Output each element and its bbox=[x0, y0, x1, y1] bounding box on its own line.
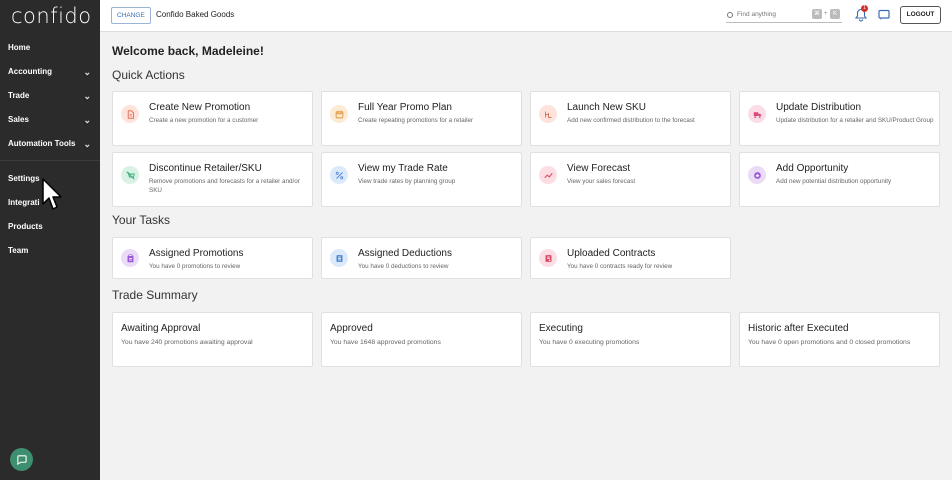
view-forecast-card[interactable]: View Forecast View your sales forecast bbox=[530, 152, 731, 207]
sidebar-item-team[interactable]: Team bbox=[0, 239, 100, 263]
welcome-heading: Welcome back, Madeleine! bbox=[112, 44, 264, 58]
card-title: Launch New SKU bbox=[567, 102, 646, 113]
search-icon bbox=[727, 12, 733, 18]
card-title: Full Year Promo Plan bbox=[358, 102, 452, 113]
card-description: You have 1648 approved promotions bbox=[330, 339, 441, 346]
contract-icon bbox=[539, 249, 557, 267]
card-title: Uploaded Contracts bbox=[567, 248, 656, 259]
sidebar-item-label: Sales bbox=[8, 115, 29, 124]
card-title: Approved bbox=[330, 323, 373, 334]
confido-logo[interactable]: confido bbox=[11, 4, 92, 28]
cart-off-icon bbox=[121, 166, 139, 184]
uploaded-contracts-card[interactable]: Uploaded Contracts You have 0 contracts r… bbox=[530, 237, 731, 279]
card-title: Discontinue Retailer/SKU bbox=[149, 163, 262, 174]
sidebar-divider bbox=[0, 160, 100, 161]
launch-new-sku-card[interactable]: Launch New SKU Add new confirmed distribu… bbox=[530, 91, 731, 146]
sidebar-item-label: Trade bbox=[8, 91, 30, 100]
card-description: Add new confirmed distribution to the fo… bbox=[567, 117, 695, 124]
main-content: Welcome back, Madeleine! Quick Actions C… bbox=[100, 32, 952, 480]
assigned-deductions-card[interactable]: Assigned Deductions You have 0 deductions… bbox=[321, 237, 522, 279]
sidebar-item-trade[interactable]: Trade ⌄ bbox=[0, 84, 100, 108]
mouse-cursor-icon bbox=[42, 178, 62, 210]
card-description: Remove promotions and forecasts for a re… bbox=[149, 178, 300, 194]
card-description: Add new potential distribution opportuni… bbox=[776, 178, 892, 185]
sidebar-item-label: Settings bbox=[8, 174, 40, 183]
card-description: You have 0 executing promotions bbox=[539, 339, 640, 346]
sidebar-nav: Home Accounting ⌄ Trade ⌄ Sales ⌄ Automatio… bbox=[0, 36, 100, 263]
discontinue-retailer-sku-card[interactable]: Discontinue Retailer/SKU Remove promotion… bbox=[112, 152, 313, 207]
card-title: Historic after Executed bbox=[748, 323, 849, 334]
card-description: You have 0 promotions to review bbox=[149, 263, 241, 270]
card-description: You have 0 open promotions and 0 closed … bbox=[748, 339, 911, 346]
sidebar-item-label: Accounting bbox=[8, 67, 52, 76]
company-name: Confido Baked Goods bbox=[156, 10, 235, 19]
calendar-icon bbox=[330, 105, 348, 123]
sidebar-item-home[interactable]: Home bbox=[0, 36, 100, 60]
truck-icon bbox=[748, 105, 766, 123]
logout-button[interactable]: LOGOUT bbox=[900, 6, 941, 24]
sidebar: confido Home Accounting ⌄ Trade ⌄ Sales ⌄ A… bbox=[0, 0, 100, 480]
change-company-button[interactable]: CHANGE bbox=[111, 7, 151, 24]
doc-icon bbox=[121, 105, 139, 123]
card-title: Update Distribution bbox=[776, 102, 862, 113]
update-distribution-card[interactable]: Update Distribution Update distribution f… bbox=[739, 91, 940, 146]
chevron-down-icon: ⌄ bbox=[83, 91, 91, 101]
shortcut-key-k: K bbox=[830, 9, 840, 19]
awaiting-approval-card[interactable]: Awaiting Approval You have 240 promotions… bbox=[112, 312, 313, 367]
search-placeholder: Find anything bbox=[737, 11, 777, 18]
your-tasks-heading: Your Tasks bbox=[112, 213, 171, 227]
trend-icon bbox=[539, 166, 557, 184]
card-description: View trade rates by planning group bbox=[358, 178, 456, 185]
create-new-promotion-card[interactable]: Create New Promotion Create a new promoti… bbox=[112, 91, 313, 146]
sidebar-item-automation-tools[interactable]: Automation Tools ⌄ bbox=[0, 132, 100, 156]
add-opportunity-card[interactable]: Add Opportunity Add new potential distrib… bbox=[739, 152, 940, 207]
star-icon bbox=[748, 166, 766, 184]
card-description: Update distribution for a retailer and S… bbox=[776, 117, 934, 124]
card-description: Create repeating promotions for a retail… bbox=[358, 117, 474, 124]
sidebar-item-accounting[interactable]: Accounting ⌄ bbox=[0, 60, 100, 84]
full-year-promo-plan-card[interactable]: Full Year Promo Plan Create repeating pro… bbox=[321, 91, 522, 146]
clipboard-icon bbox=[121, 249, 139, 267]
sku-icon bbox=[539, 105, 557, 123]
sidebar-item-products[interactable]: Products bbox=[0, 215, 100, 239]
trade-summary-heading: Trade Summary bbox=[112, 288, 198, 302]
chevron-down-icon: ⌄ bbox=[83, 67, 91, 77]
card-title: Assigned Promotions bbox=[149, 248, 244, 259]
percent-icon bbox=[330, 166, 348, 184]
executing-card[interactable]: Executing You have 0 executing promotions bbox=[530, 312, 731, 367]
sidebar-item-label: Integrati bbox=[8, 198, 40, 207]
chevron-down-icon: ⌄ bbox=[83, 115, 91, 125]
sidebar-item-label: Automation Tools bbox=[8, 139, 76, 148]
view-my-trade-rate-card[interactable]: View my Trade Rate View trade rates by pl… bbox=[321, 152, 522, 207]
sidebar-item-sales[interactable]: Sales ⌄ bbox=[0, 108, 100, 132]
sidebar-item-label: Products bbox=[8, 222, 43, 231]
card-title: Executing bbox=[539, 323, 583, 334]
card-description: You have 240 promotions awaiting approva… bbox=[121, 339, 253, 346]
historic-after-executed-card[interactable]: Historic after Executed You have 0 open p… bbox=[739, 312, 940, 367]
message-icon[interactable] bbox=[878, 9, 890, 21]
card-title: Add Opportunity bbox=[776, 163, 849, 174]
chat-icon bbox=[17, 455, 27, 465]
card-description: Create a new promotion for a customer bbox=[149, 117, 259, 124]
assigned-promotions-card[interactable]: Assigned Promotions You have 0 promotions… bbox=[112, 237, 313, 279]
approved-card[interactable]: Approved You have 1648 approved promotion… bbox=[321, 312, 522, 367]
card-description: You have 0 deductions to review bbox=[358, 263, 449, 270]
chat-help-button[interactable] bbox=[10, 448, 33, 471]
card-title: View my Trade Rate bbox=[358, 163, 448, 174]
card-title: View Forecast bbox=[567, 163, 631, 174]
sidebar-item-label: Home bbox=[8, 43, 31, 52]
quick-actions-heading: Quick Actions bbox=[112, 68, 185, 82]
sidebar-item-label: Team bbox=[8, 246, 29, 255]
top-bar: CHANGE Confido Baked Goods Find anything… bbox=[100, 0, 952, 32]
card-title: Create New Promotion bbox=[149, 102, 251, 113]
card-description: View your sales forecast bbox=[567, 178, 636, 185]
notification-badge: 1 bbox=[861, 5, 868, 12]
shortcut-key-cmd: ⌘ bbox=[812, 9, 822, 19]
list-icon bbox=[330, 249, 348, 267]
card-description: You have 0 contracts ready for review bbox=[567, 263, 673, 270]
shortcut-plus: + bbox=[824, 11, 828, 17]
card-title: Awaiting Approval bbox=[121, 323, 201, 334]
chevron-down-icon: ⌄ bbox=[83, 139, 91, 149]
card-title: Assigned Deductions bbox=[358, 248, 452, 259]
